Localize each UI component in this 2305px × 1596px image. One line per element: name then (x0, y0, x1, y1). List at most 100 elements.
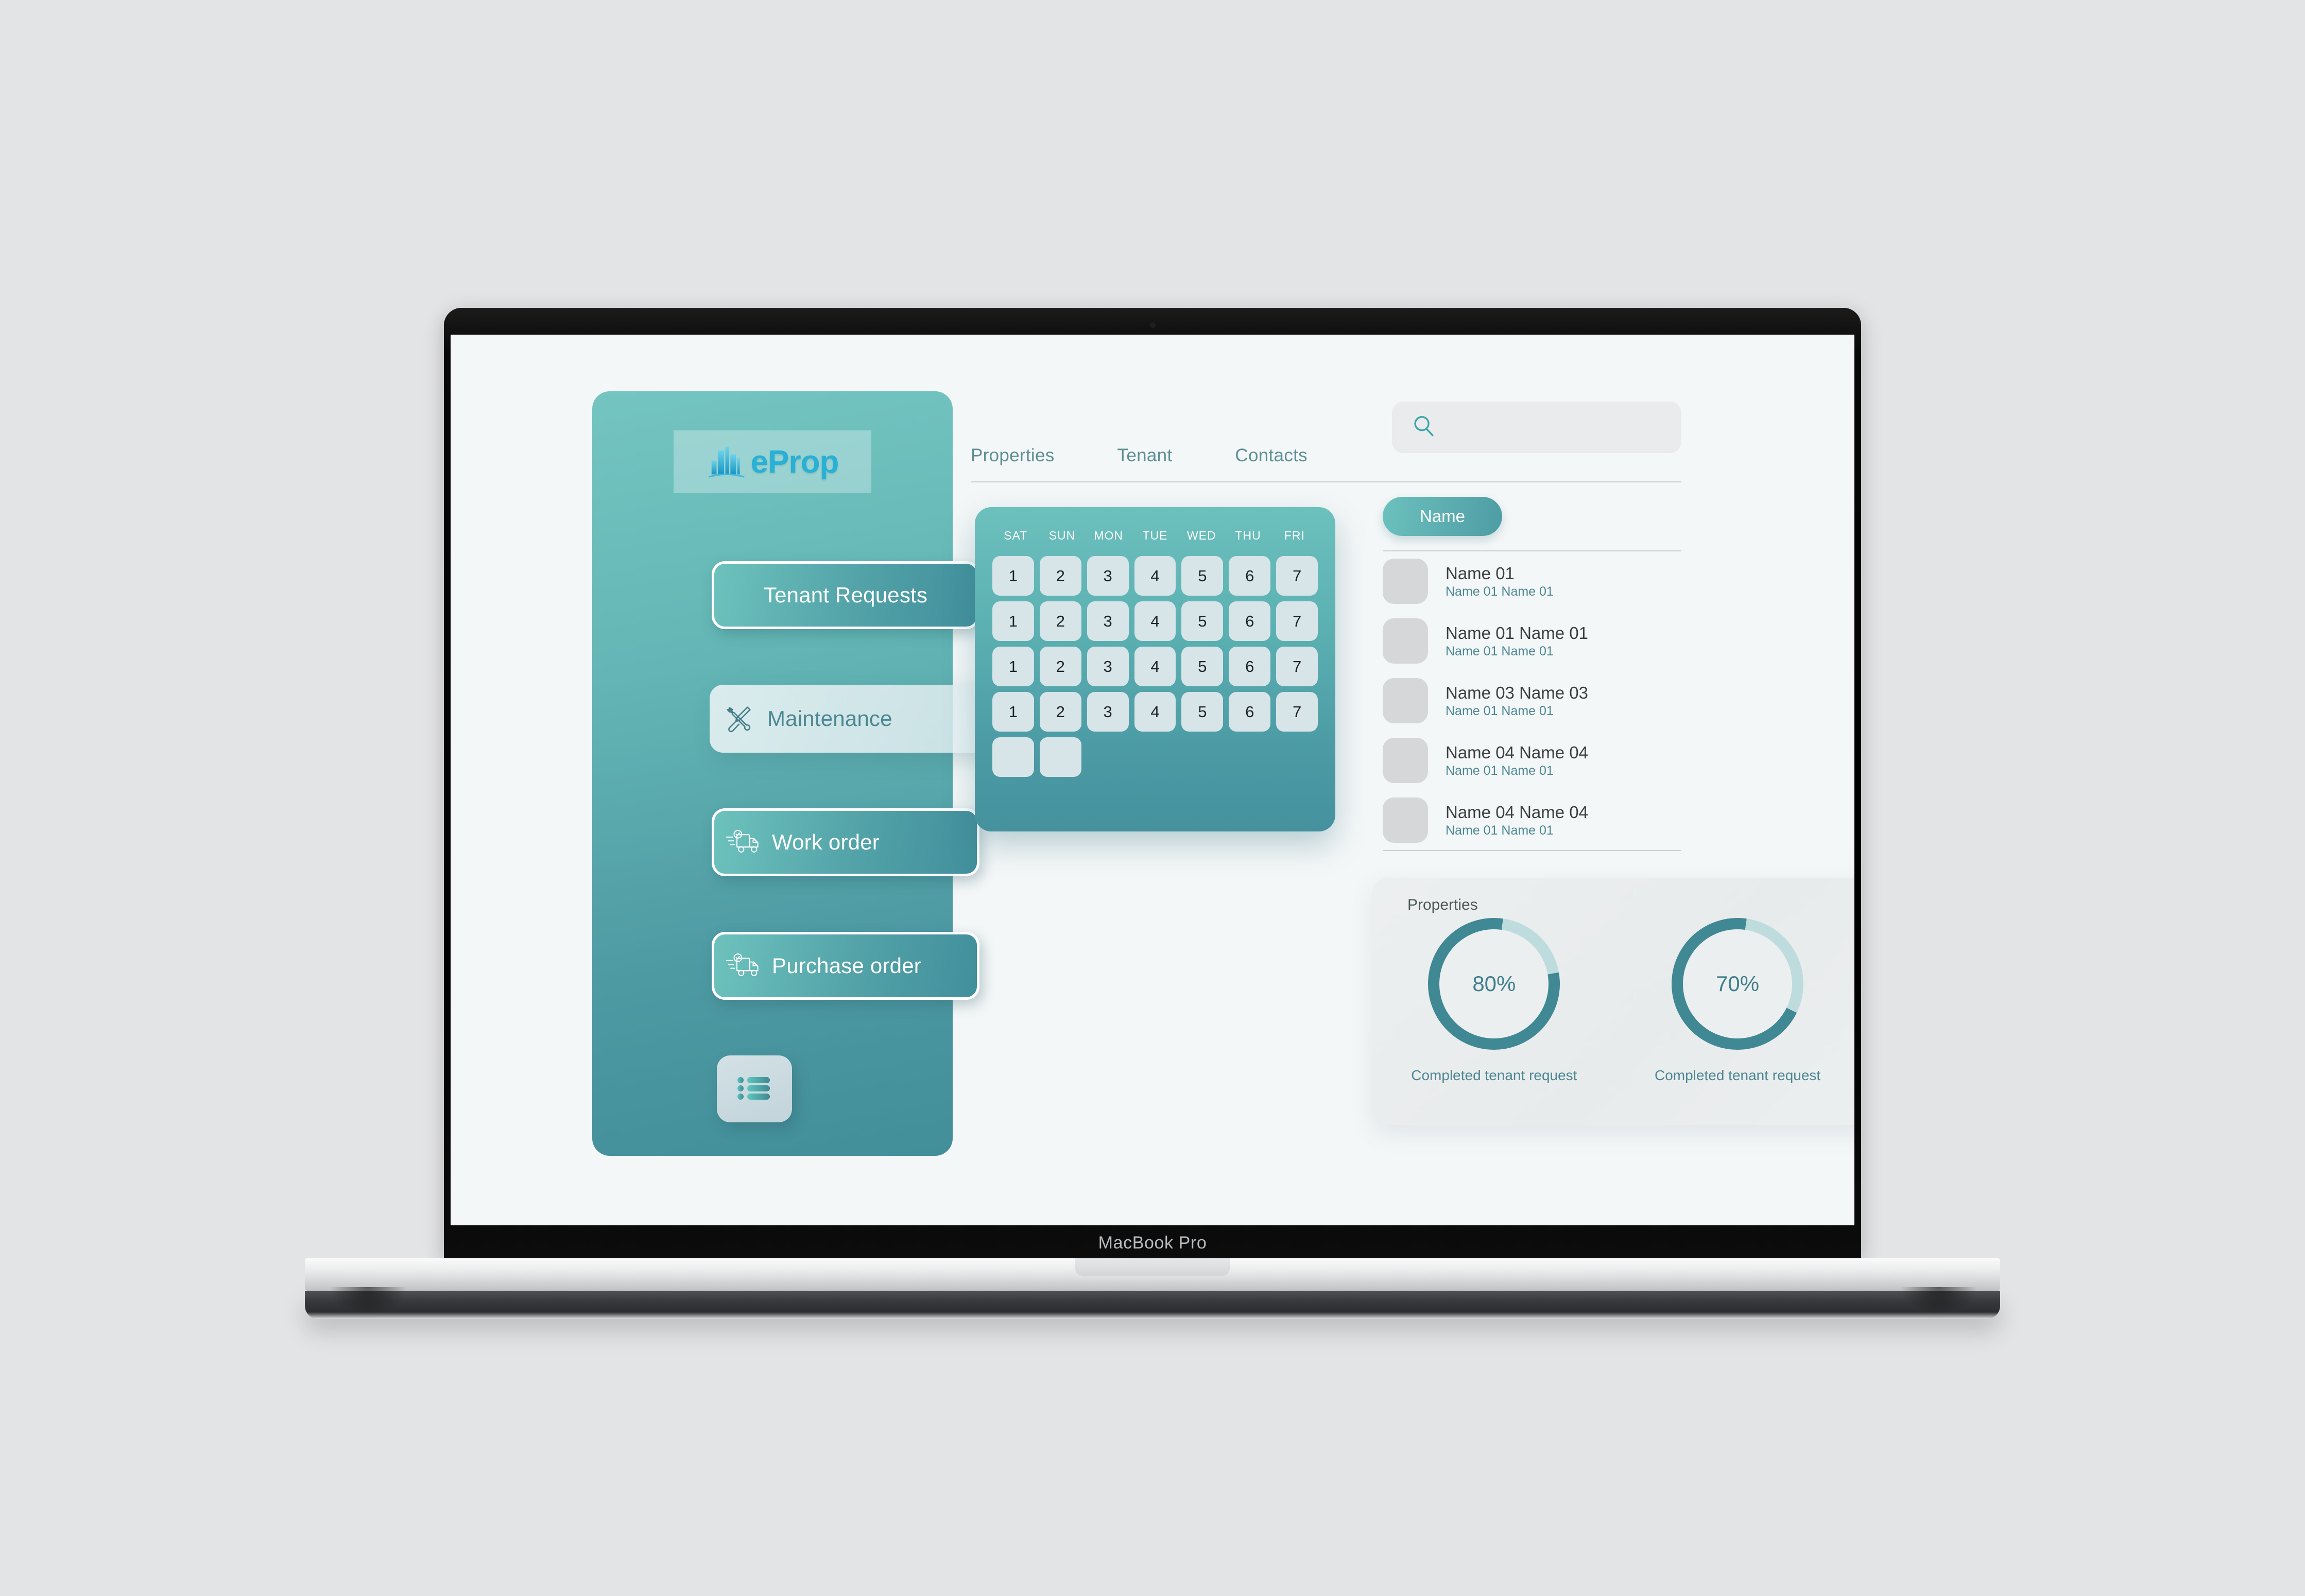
calendar-day-cell[interactable]: 7 (1276, 692, 1318, 732)
donut-chart-group: 80% Completed tenant request 70% Complet… (1372, 918, 1854, 1084)
calendar-day-cell[interactable]: 5 (1181, 647, 1224, 686)
app-logo[interactable]: eProp (674, 430, 871, 493)
contact-list-item[interactable]: Name 04 Name 04 Name 01 Name 01 (1383, 790, 1681, 850)
tab-properties[interactable]: Properties (971, 445, 1055, 466)
contact-subtitle: Name 01 Name 01 (1446, 704, 1554, 718)
contact-name: Name 03 Name 03 (1446, 683, 1588, 702)
sidebar-item-tenant-requests[interactable]: Tenant Requests (712, 561, 979, 629)
laptop-base-underside (305, 1291, 2000, 1319)
webcam-icon (1150, 322, 1156, 328)
contact-subtitle: Name 01 Name 01 (1446, 584, 1554, 599)
donut-hole: 70% (1683, 929, 1793, 1038)
calendar-dow: FRI (1284, 529, 1305, 542)
calendar-day-cell[interactable]: 6 (1229, 692, 1271, 732)
delivery-truck-check-icon (714, 827, 772, 858)
sidebar-item-purchase-order[interactable]: Purchase order (712, 932, 979, 1000)
sidebar-item-label: Maintenance (767, 706, 892, 731)
calendar-week-row: 1 2 3 4 5 6 7 (992, 556, 1318, 596)
calendar-day-cell[interactable]: 5 (1181, 692, 1224, 732)
contact-name: Name 04 Name 04 (1446, 742, 1588, 762)
calendar-day-cell[interactable]: 4 (1134, 647, 1176, 686)
calendar-day-cell[interactable]: 7 (1276, 556, 1318, 596)
donut-hole: 80% (1439, 929, 1549, 1038)
laptop-mockup: MacBook Pro eProp Tenant Requests Mainte… (0, 0, 2305, 1596)
calendar-day-cell[interactable]: 7 (1276, 647, 1318, 686)
main-content: Properties Tenant Contacts SAT SUN MON T… (971, 391, 1854, 1215)
contact-subtitle: Name 01 Name 01 (1446, 823, 1554, 838)
calendar-week-row: 1 2 3 4 5 6 7 (992, 601, 1318, 641)
calendar-day-cell[interactable]: 5 (1181, 556, 1224, 596)
calendar-day-cell[interactable]: 6 (1229, 647, 1271, 686)
contact-list-item[interactable]: Name 01 Name 01 Name 01 Name 01 (1383, 611, 1681, 671)
calendar-week-row: 1 2 3 4 5 6 7 (992, 647, 1318, 686)
calendar-day-cell[interactable] (992, 737, 1034, 777)
avatar (1383, 559, 1428, 604)
calendar-day-cell[interactable]: 4 (1134, 556, 1176, 596)
calendar-day-cell[interactable]: 4 (1134, 601, 1176, 641)
contact-name: Name 01 (1446, 563, 1515, 583)
sidebar-item-label: Work order (772, 830, 880, 854)
calendar-day-cell[interactable]: 6 (1229, 556, 1271, 596)
calendar-widget: SAT SUN MON TUE WED THU FRI 1 2 3 4 5 6 … (975, 507, 1335, 831)
top-bar: Properties Tenant Contacts (971, 391, 1681, 481)
contacts-footer-divider (1383, 850, 1681, 851)
laptop-screen: eProp Tenant Requests Maintenance Work o… (451, 335, 1854, 1225)
stats-title: Properties (1407, 896, 1478, 913)
device-model-label: MacBook Pro (1098, 1233, 1207, 1253)
calendar-day-cell[interactable]: 5 (1181, 601, 1224, 641)
contact-list-item[interactable]: Name 01 Name 01 Name 01 (1383, 551, 1681, 611)
calendar-day-cell[interactable]: 4 (1134, 692, 1176, 732)
donut-label: Completed tenant request (1411, 1067, 1577, 1083)
calendar-dow: SUN (1048, 529, 1076, 542)
calendar-day-cell[interactable]: 7 (1276, 601, 1318, 641)
stats-card: Properties 80% Completed tenant request (1372, 878, 1854, 1125)
search-input[interactable] (1392, 402, 1681, 453)
laptop-foot-left (330, 1287, 407, 1315)
tab-bar: Properties Tenant Contacts (971, 445, 1308, 466)
delivery-truck-check-icon (714, 950, 772, 981)
avatar (1383, 797, 1428, 843)
calendar-day-cell[interactable]: 6 (1229, 601, 1271, 641)
calendar-day-headers: SAT SUN MON TUE WED THU FRI (992, 529, 1318, 543)
calendar-day-cell[interactable]: 3 (1087, 601, 1129, 641)
donut-value: 80% (1472, 972, 1516, 996)
calendar-day-cell[interactable]: 2 (1039, 692, 1081, 732)
calendar-week-row: 1 2 3 4 5 6 7 (992, 692, 1318, 732)
calendar-day-cell[interactable]: 1 (992, 556, 1034, 596)
tab-bar-divider (971, 481, 1681, 482)
donut-label: Completed tenant request (1654, 1067, 1821, 1083)
sidebar-item-label: Purchase order (772, 953, 921, 978)
app-logo-wordmark: eProp (750, 444, 839, 480)
calendar-day-cell[interactable]: 1 (992, 647, 1034, 686)
donut-chart: 80% Completed tenant request (1411, 918, 1577, 1084)
avatar (1383, 678, 1428, 723)
tab-contacts[interactable]: Contacts (1235, 445, 1308, 466)
calendar-day-cell[interactable]: 2 (1039, 601, 1081, 641)
list-view-button[interactable] (717, 1055, 792, 1122)
calendar-week-row (992, 737, 1318, 777)
contact-name: Name 04 Name 04 (1446, 802, 1588, 822)
calendar-dow: WED (1186, 529, 1216, 542)
sidebar-item-work-order[interactable]: Work order (712, 808, 979, 876)
contact-list-item[interactable]: Name 04 Name 04 Name 01 Name 01 (1383, 731, 1681, 790)
calendar-day-cell[interactable]: 3 (1087, 692, 1129, 732)
contacts-list: Name Name 01 Name 01 Name 01 Name 01 Nam… (1383, 497, 1681, 851)
avatar (1383, 738, 1428, 783)
calendar-day-cell[interactable]: 3 (1087, 556, 1129, 596)
calendar-day-cell[interactable]: 2 (1039, 556, 1081, 596)
search-icon (1410, 413, 1437, 442)
contacts-filter-chip[interactable]: Name (1383, 497, 1502, 536)
calendar-day-cell[interactable] (1039, 737, 1081, 777)
contact-name: Name 01 Name 01 (1446, 623, 1588, 643)
calendar-day-cell[interactable]: 1 (992, 601, 1034, 641)
sidebar: eProp Tenant Requests Maintenance Work o… (592, 391, 1039, 1156)
contact-list-item[interactable]: Name 03 Name 03 Name 01 Name 01 (1383, 671, 1681, 731)
calendar-day-cell[interactable]: 3 (1087, 647, 1129, 686)
calendar-dow: SAT (1004, 529, 1028, 542)
donut-value: 70% (1716, 972, 1760, 996)
calendar-day-cell[interactable]: 1 (992, 692, 1034, 732)
calendar-day-cell[interactable]: 2 (1039, 647, 1081, 686)
tab-tenant[interactable]: Tenant (1117, 445, 1173, 466)
calendar-dow: MON (1094, 529, 1124, 542)
calendar-dow: TUE (1142, 529, 1168, 542)
